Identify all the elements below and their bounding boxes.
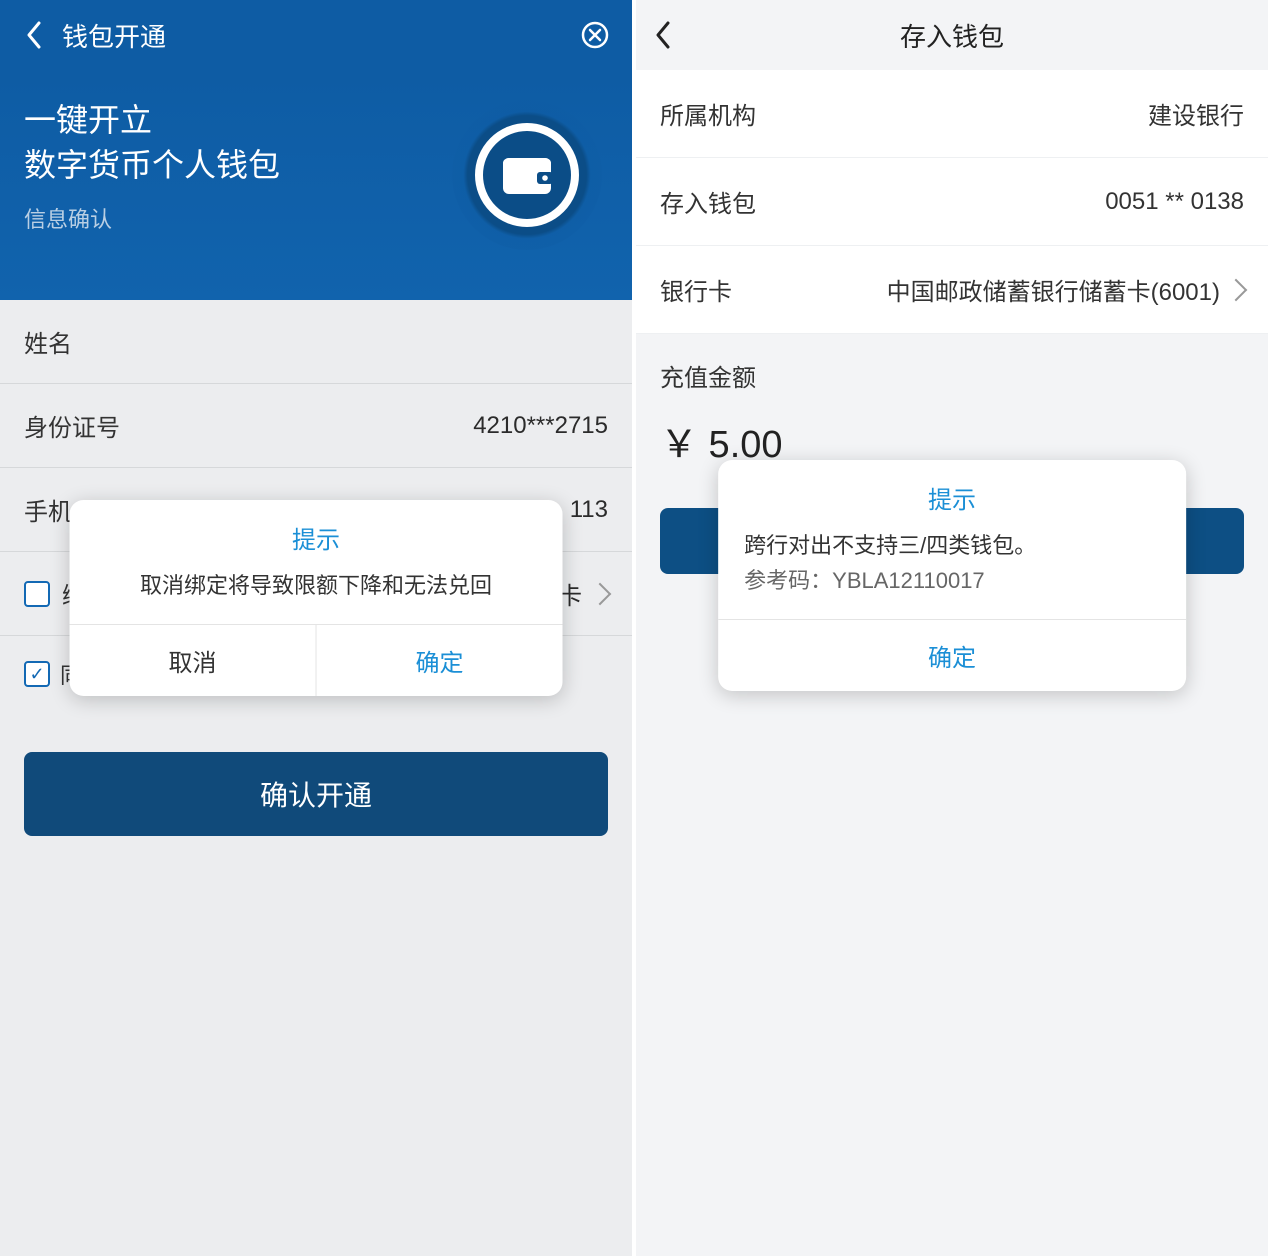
screen-deposit: 存入钱包 所属机构 建设银行 存入钱包 0051 ** 0138 银行卡 中国邮…: [636, 0, 1268, 1256]
header: 存入钱包: [636, 0, 1268, 70]
page-title: 钱包开通: [62, 17, 166, 54]
bankcard-label: 银行卡: [660, 272, 732, 307]
page-title: 存入钱包: [900, 17, 1004, 54]
row-name[interactable]: 姓名: [0, 300, 632, 384]
phone-label-partial: 手机: [24, 492, 72, 527]
row-wallet: 存入钱包 0051 ** 0138: [636, 158, 1268, 246]
dialog-unbind-warning: 提示 取消绑定将导致限额下降和无法兑回 取消 确定: [70, 500, 563, 696]
confirm-open-button[interactable]: 确认开通: [24, 752, 608, 836]
header: 钱包开通: [0, 0, 632, 70]
dialog-title: 提示: [70, 500, 563, 569]
dialog-actions: 确定: [718, 619, 1186, 691]
idcard-label: 身份证号: [24, 408, 120, 443]
org-label: 所属机构: [660, 96, 756, 131]
chevron-right-icon: [1225, 278, 1248, 301]
back-icon[interactable]: [654, 21, 682, 49]
org-value: 建设银行: [1148, 96, 1244, 131]
confirm-button[interactable]: 确定: [317, 625, 563, 696]
dialog-refcode: 参考码：YBLA12110017: [744, 564, 1160, 597]
dialog-message: 跨行对出不支持三/四类钱包。 参考码：YBLA12110017: [718, 529, 1186, 619]
wallet-label: 存入钱包: [660, 184, 756, 219]
agree-checkbox[interactable]: ✓: [24, 661, 50, 687]
dialog-actions: 取消 确定: [70, 624, 563, 696]
chevron-right-icon: [589, 582, 612, 605]
wallet-icon: [452, 100, 602, 250]
back-icon[interactable]: [20, 21, 48, 49]
dialog-message-text: 跨行对出不支持三/四类钱包。: [744, 533, 1036, 558]
dialog-message: 取消绑定将导致限额下降和无法兑回: [70, 569, 563, 624]
wallet-value: 0051 ** 0138: [1105, 188, 1244, 216]
name-label: 姓名: [24, 324, 72, 359]
amount-label: 充值金额: [636, 334, 1268, 403]
close-icon[interactable]: [580, 20, 610, 50]
row-bankcard[interactable]: 银行卡 中国邮政储蓄银行储蓄卡(6001): [636, 246, 1268, 334]
hero-line1: 一键开立: [24, 102, 152, 138]
bankcard-value: 中国邮政储蓄银行储蓄卡(6001): [887, 272, 1220, 307]
dialog-error: 提示 跨行对出不支持三/四类钱包。 参考码：YBLA12110017 确定: [718, 460, 1186, 691]
phone-value-tail: 113: [570, 496, 608, 524]
dialog-title: 提示: [718, 460, 1186, 529]
hero-banner: 一键开立 数字货币个人钱包 信息确认: [0, 70, 632, 300]
row-org: 所属机构 建设银行: [636, 70, 1268, 158]
screen-open-wallet: 钱包开通 一键开立 数字货币个人钱包 信息确认 姓名 身份证号 4210***2…: [0, 0, 636, 1256]
row-idcard[interactable]: 身份证号 4210***2715: [0, 384, 632, 468]
idcard-value: 4210***2715: [473, 412, 608, 440]
cancel-button[interactable]: 取消: [70, 625, 317, 696]
hero-line2: 数字货币个人钱包: [24, 147, 280, 183]
bindcard-checkbox[interactable]: [24, 581, 50, 607]
confirm-button[interactable]: 确定: [718, 620, 1186, 691]
